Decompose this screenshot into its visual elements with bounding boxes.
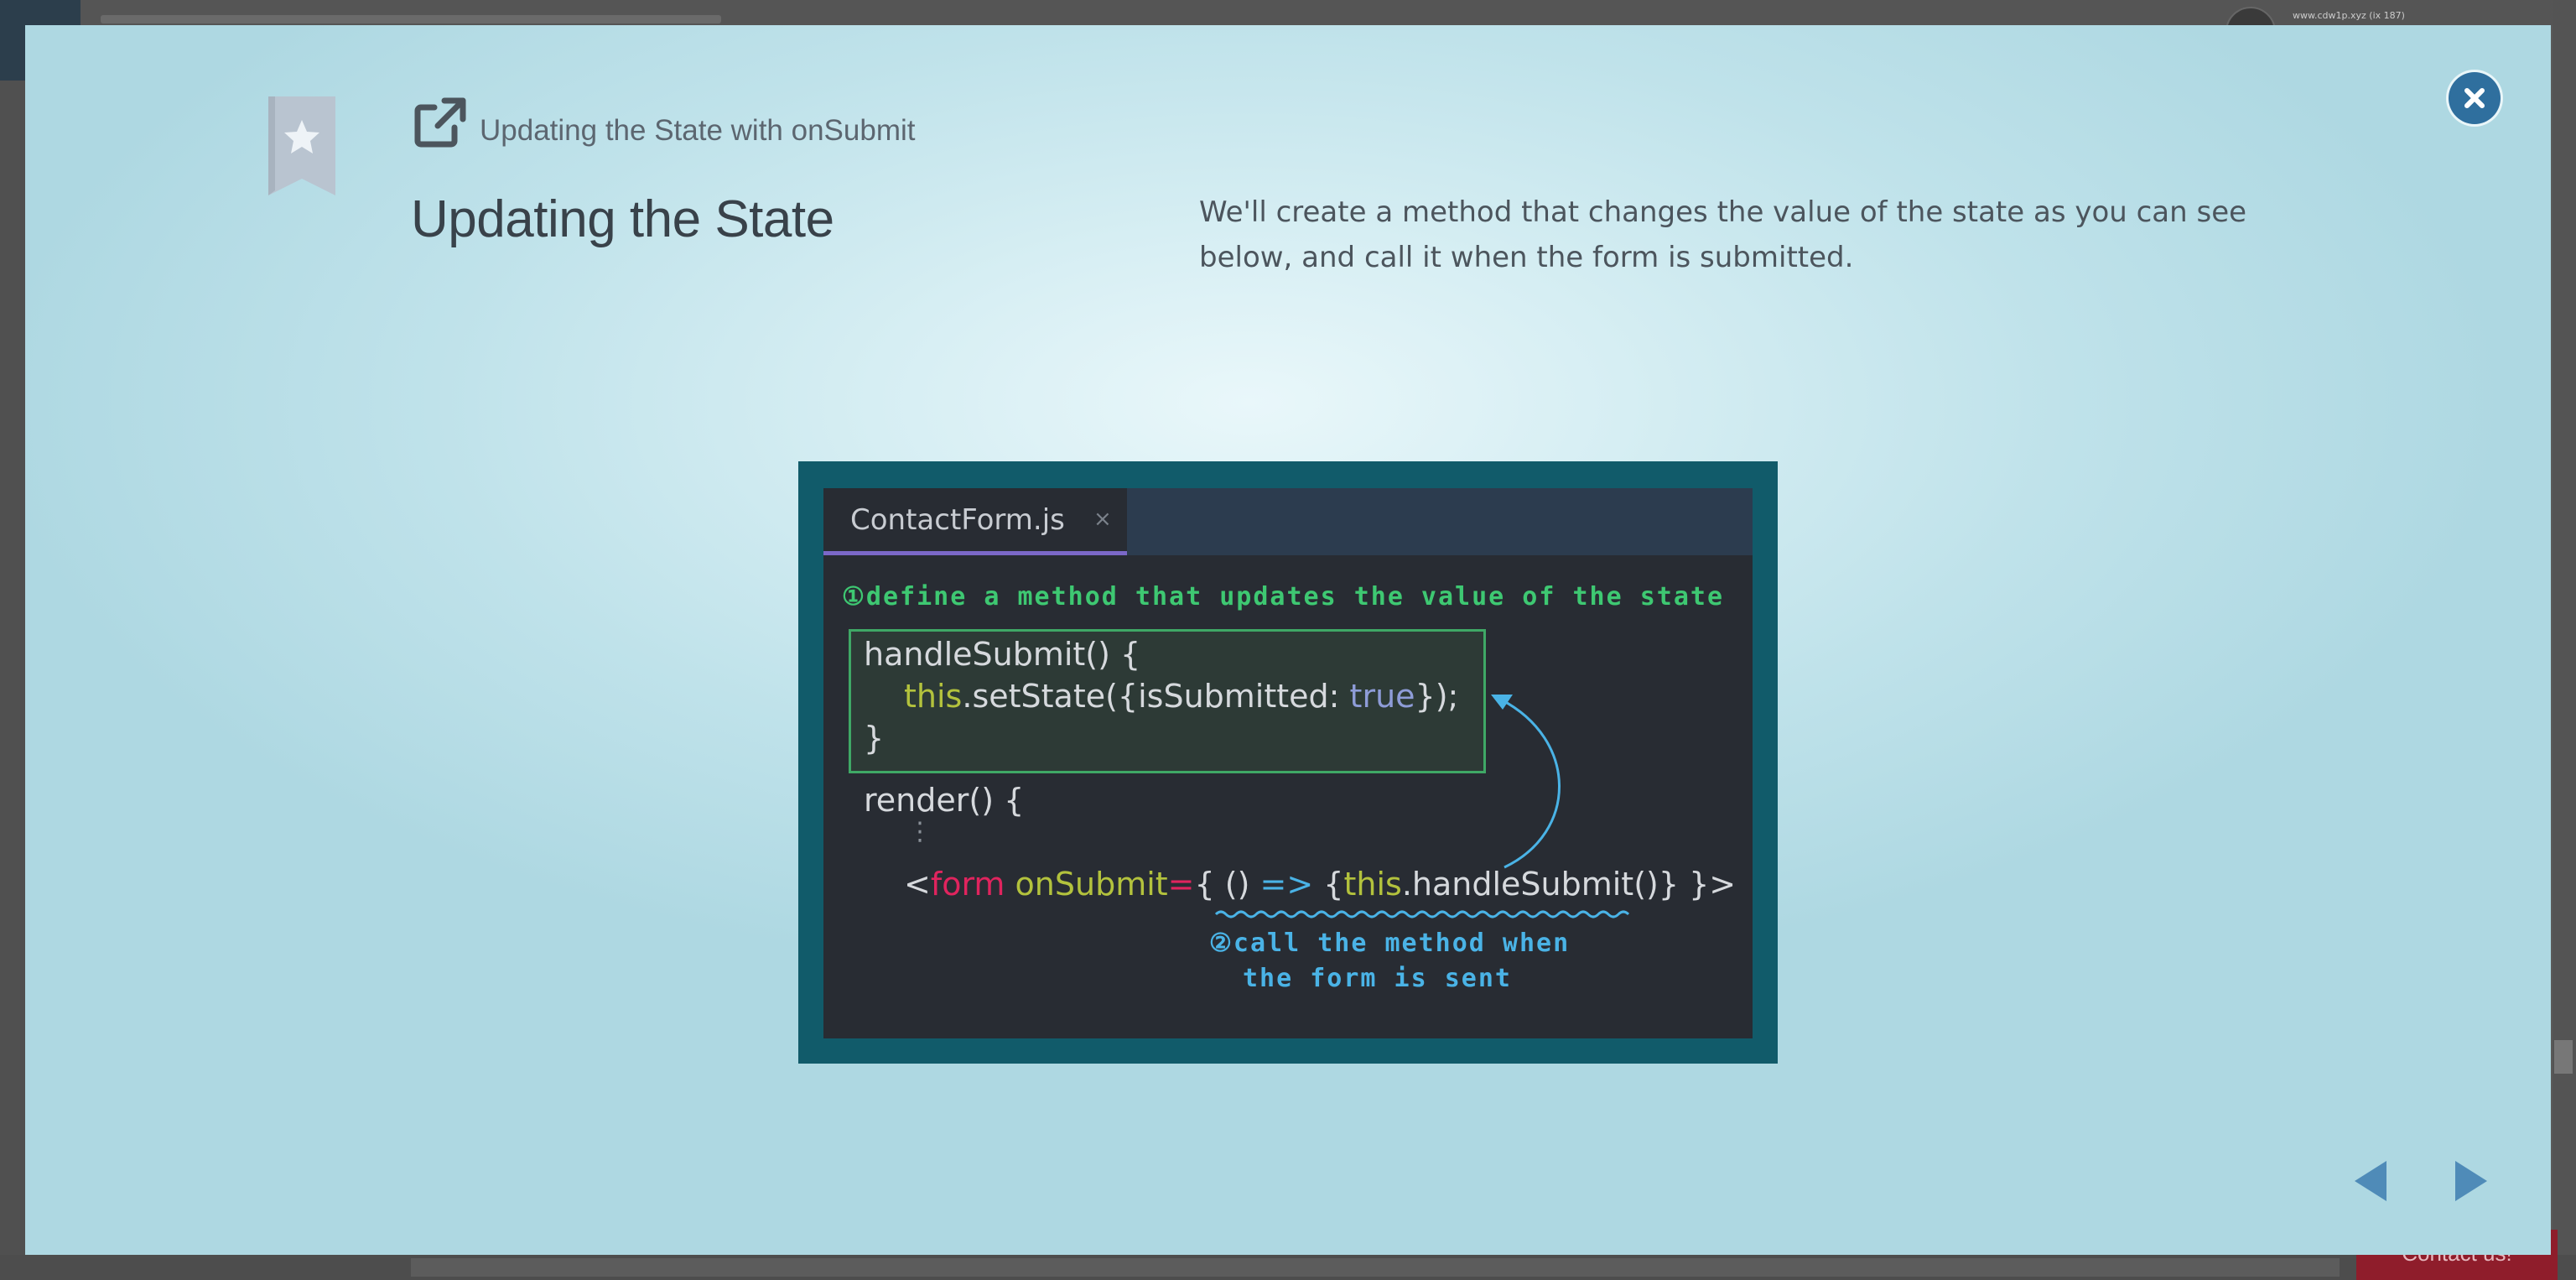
- code-illustration: ContactForm.js × ①define a method that u…: [798, 461, 1778, 1064]
- background-scrollbar-thumb: [2554, 1040, 2573, 1074]
- background-user-text: www.cdw1p.xyz (ix 187): [2293, 10, 2405, 21]
- lesson-modal: Updating the State with onSubmit Updatin…: [25, 25, 2551, 1255]
- close-button[interactable]: [2449, 72, 2501, 124]
- curved-arrow: [1500, 698, 1561, 869]
- page-title: Updating the State: [411, 190, 834, 248]
- lesson-description: We'll create a method that changes the v…: [1199, 195, 2247, 274]
- external-link-icon[interactable]: [411, 92, 470, 151]
- prev-arrow-icon[interactable]: [2348, 1158, 2395, 1205]
- background-search-bar: [101, 15, 721, 23]
- background-sidebar: [0, 81, 25, 1255]
- step-2-text-1: call the method when: [1233, 929, 1571, 958]
- annotation-step-2: ②call the method when the form is sent: [1209, 926, 1570, 996]
- step-2-line-1: ②call the method when: [1209, 926, 1570, 961]
- code-editor: ContactForm.js × ①define a method that u…: [823, 488, 1753, 1038]
- background-horizontal-scrollbar: [411, 1258, 2340, 1277]
- bookmark-star-icon[interactable]: [267, 96, 337, 197]
- step-2-number: ②: [1209, 929, 1233, 958]
- next-arrow-icon[interactable]: [2447, 1158, 2494, 1205]
- wavy-underline: [1214, 910, 1630, 918]
- breadcrumb: Updating the State with onSubmit: [411, 92, 915, 151]
- step-2-line-2: the form is sent: [1243, 964, 1512, 993]
- arrow-head: [1491, 695, 1513, 710]
- background-scrollbar: [2553, 0, 2576, 1280]
- breadcrumb-label: Updating the State with onSubmit: [480, 114, 916, 147]
- close-icon: [2464, 88, 2485, 108]
